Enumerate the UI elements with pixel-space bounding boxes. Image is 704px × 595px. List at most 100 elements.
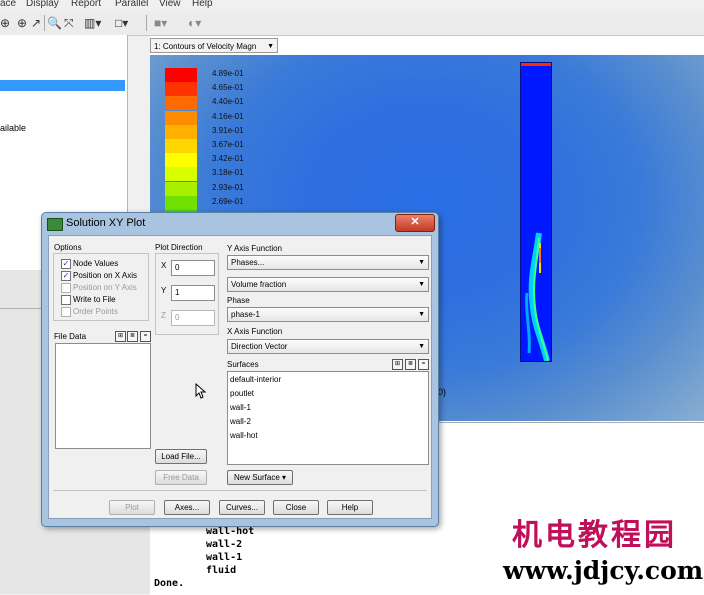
legend-swatch xyxy=(165,139,197,153)
probe-icon[interactable]: ↗ xyxy=(31,15,41,31)
curves-button[interactable]: Curves... xyxy=(219,500,265,515)
list-item[interactable]: poutlet xyxy=(230,389,254,398)
menu-item-report[interactable]: Report xyxy=(71,0,101,9)
y-axis-quantity-select[interactable]: Volume fraction ▼ xyxy=(227,277,429,292)
legend-swatch xyxy=(165,82,197,97)
menu-item-display[interactable]: Display xyxy=(26,0,59,9)
rotate-icon[interactable]: ⤧ xyxy=(64,15,74,31)
checkbox-box xyxy=(61,283,71,293)
legend-swatch xyxy=(165,124,197,139)
list-item[interactable]: wall-2 xyxy=(230,417,251,426)
legend-label: 2.69e-01 xyxy=(212,196,244,206)
deselect-all-icon[interactable]: = xyxy=(140,331,151,342)
file-data-title: File Data xyxy=(54,332,87,341)
color-icon[interactable]: ■▾ xyxy=(154,15,167,31)
tree-selected-row[interactable] xyxy=(0,80,125,91)
y-axis-function-select[interactable]: Phases... ▼ xyxy=(227,255,429,270)
direction-x-field[interactable]: 0 xyxy=(171,260,215,276)
graphics-window-title: 1: Contours of Velocity Magn xyxy=(154,42,257,51)
zoom-in-icon[interactable]: ⊕ xyxy=(0,15,10,31)
lighting-icon[interactable]: ◐▾ xyxy=(188,15,201,31)
phase-title: Phase xyxy=(227,296,250,305)
checkbox-box xyxy=(61,307,71,317)
plot-direction-title: Plot Direction xyxy=(155,243,203,252)
close-icon[interactable]: ✕ xyxy=(395,214,435,232)
close-button[interactable]: Close xyxy=(273,500,319,515)
legend-label: 4.40e-01 xyxy=(212,97,244,107)
legend-swatch xyxy=(165,181,197,196)
legend-swatch xyxy=(165,110,197,125)
chevron-down-icon: ▼ xyxy=(267,43,274,50)
legend-label: 4.89e-01 xyxy=(212,69,244,78)
toolbar: ⊕ ⊕ ↗ 🔍 ⤧ ▥▾ □▾ ■▾ ◐▾ xyxy=(0,11,704,36)
console-line: Done. xyxy=(154,578,185,589)
list-item[interactable]: default-interior xyxy=(230,375,281,384)
legend-label: 3.42e-01 xyxy=(212,154,244,164)
menu-item-mesh[interactable]: ace xyxy=(0,0,16,9)
phase-select[interactable]: phase-1 ▼ xyxy=(227,307,429,322)
layout-icon[interactable]: ▥▾ xyxy=(84,15,101,31)
chevron-down-icon: ▼ xyxy=(418,259,425,266)
legend-swatch xyxy=(165,68,197,82)
menu-item-parallel[interactable]: Parallel xyxy=(115,0,148,9)
legend-label: 3.18e-01 xyxy=(212,168,244,178)
load-file-button[interactable]: Load File... xyxy=(155,449,207,464)
graphics-window-selector[interactable]: 1: Contours of Velocity Magn ▼ xyxy=(150,38,278,53)
legend-label: 4.65e-01 xyxy=(212,83,244,93)
options-title: Options xyxy=(54,243,82,252)
deselect-all-icon[interactable]: = xyxy=(418,359,429,370)
velocity-plume xyxy=(525,232,550,361)
x-axis-function-title: X Axis Function xyxy=(227,327,283,336)
console-line: fluid xyxy=(206,565,237,576)
app-icon xyxy=(47,218,63,231)
axes-button[interactable]: Axes... xyxy=(164,500,210,515)
x-axis-function-select[interactable]: Direction Vector ▼ xyxy=(227,339,429,354)
legend-swatch xyxy=(165,96,197,111)
chevron-down-icon: ▼ xyxy=(418,343,425,350)
divider xyxy=(53,490,427,491)
checkbox-box xyxy=(61,295,71,305)
free-data-button[interactable]: Free Data xyxy=(155,470,207,485)
watermark-chinese: 机电教程园 xyxy=(512,518,677,553)
dialog-body: Options ✓ Node Values ✓ Position on X Ax… xyxy=(48,235,432,519)
checkbox-box: ✓ xyxy=(61,259,71,269)
new-surface-button[interactable]: New Surface ▾ xyxy=(227,470,293,485)
legend-label: 3.91e-01 xyxy=(212,125,244,135)
y-axis-function-title: Y Axis Function xyxy=(227,244,282,253)
legend-swatch xyxy=(165,195,197,210)
solution-xy-plot-dialog: Solution XY Plot ✕ Options ✓ Node Values… xyxy=(41,212,439,527)
list-item[interactable]: wall-1 xyxy=(230,403,251,412)
legend-swatch xyxy=(165,167,197,182)
zoom-box-icon[interactable]: ⊕ xyxy=(17,15,27,31)
select-all-icon[interactable]: ⊞ xyxy=(392,359,403,370)
menu-bar: ace Display Report Parallel View Help xyxy=(0,0,704,11)
surfaces-title: Surfaces xyxy=(227,360,259,369)
watermark-url: www.jdjcy.com xyxy=(503,556,704,585)
help-button[interactable]: Help xyxy=(327,500,373,515)
direction-y-field[interactable]: 1 xyxy=(171,285,215,301)
dialog-title: Solution XY Plot xyxy=(66,217,146,229)
legend-label: 3.67e-01 xyxy=(212,140,244,149)
legend-label: 4.16e-01 xyxy=(212,111,244,121)
view-icon[interactable]: □▾ xyxy=(115,15,128,31)
surfaces-list[interactable]: default-interior poutlet wall-1 wall-2 w… xyxy=(227,371,429,465)
plot-button[interactable]: Plot xyxy=(109,500,155,515)
select-all-icon[interactable]: ⊞ xyxy=(115,331,126,342)
list-all-icon[interactable]: ≣ xyxy=(127,331,138,342)
menu-item-help[interactable]: Help xyxy=(192,0,213,9)
console-line: wall-hot xyxy=(206,526,255,537)
list-item[interactable]: wall-hot xyxy=(230,431,258,440)
zoom-fit-icon[interactable]: 🔍 xyxy=(47,15,62,31)
file-data-list[interactable] xyxy=(55,343,151,449)
chevron-down-icon: ▼ xyxy=(418,281,425,288)
legend-label: 2.93e-01 xyxy=(212,182,244,192)
chevron-down-icon: ▼ xyxy=(418,311,425,318)
direction-z-field[interactable]: 0 xyxy=(171,310,215,326)
tree-partial-text: ailable xyxy=(0,123,27,133)
console-line: wall-1 xyxy=(206,552,243,563)
list-all-icon[interactable]: ≣ xyxy=(405,359,416,370)
console-line: wall-2 xyxy=(206,539,243,550)
contour-domain xyxy=(520,62,552,362)
legend-swatch xyxy=(165,153,197,168)
menu-item-view[interactable]: View xyxy=(159,0,181,9)
